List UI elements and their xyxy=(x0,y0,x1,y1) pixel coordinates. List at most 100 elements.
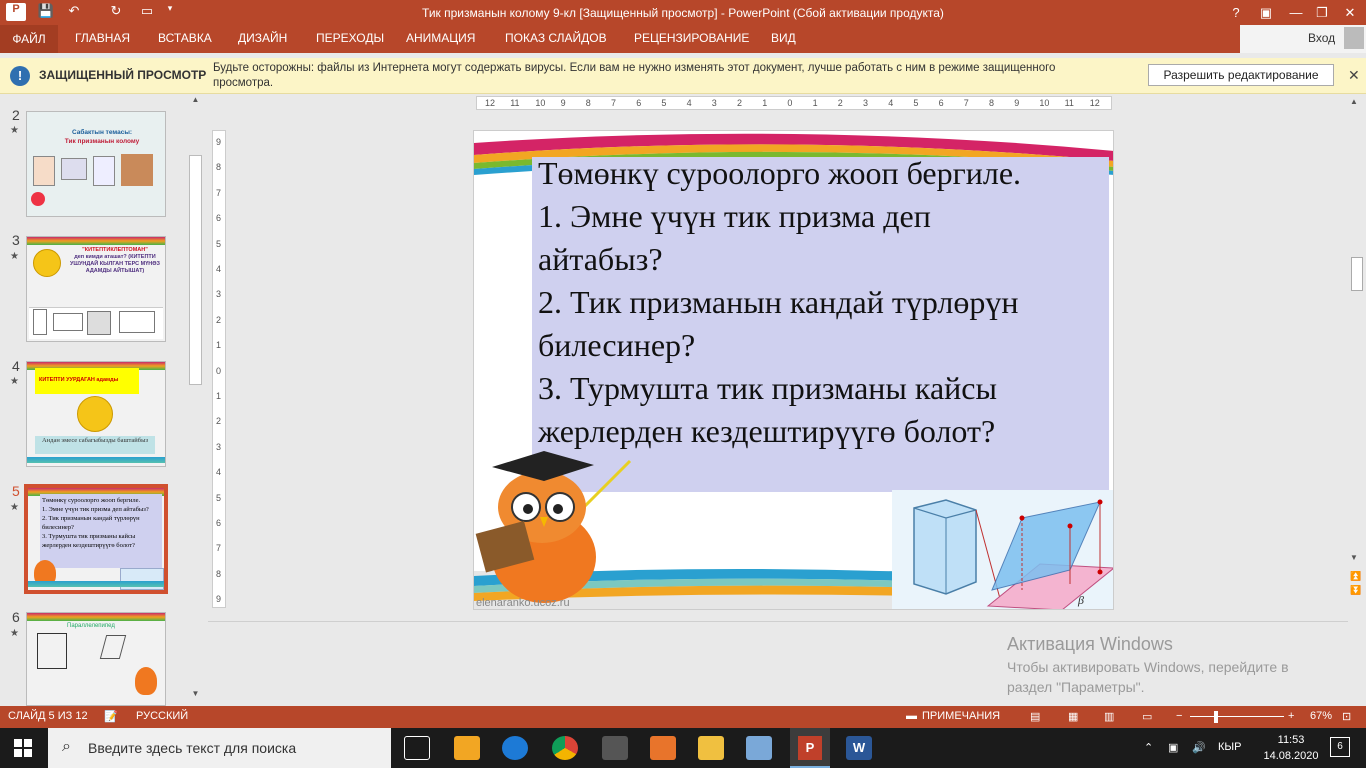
tab-view[interactable]: ВИД xyxy=(771,31,796,45)
calculator-icon[interactable] xyxy=(602,736,628,760)
horizontal-ruler: 12 11 10 9 8 7 6 5 4 3 2 1 0 1 2 3 4 5 6 7 8 9 10 11 12 xyxy=(476,96,1112,110)
help-button[interactable]: ? xyxy=(1220,0,1252,25)
star-icon: ★ xyxy=(10,125,19,136)
ruler-mark: 7 xyxy=(611,98,617,108)
slide-scrollbar[interactable]: ▲ ▼ ⏫ ⏬ xyxy=(1348,95,1366,706)
store-icon[interactable] xyxy=(454,736,480,760)
thumb-line: Тик призманын колому xyxy=(64,138,140,145)
thumb-number: 3 xyxy=(12,232,20,248)
avatar[interactable] xyxy=(1344,27,1364,49)
slide-line: Төмөнкү суроолорго жооп бергиле. xyxy=(538,155,1022,191)
zoom-in-icon[interactable]: + xyxy=(1288,710,1294,722)
zoom-slider[interactable] xyxy=(1190,716,1284,717)
notes-button[interactable]: ПРИМЕЧАНИЯ xyxy=(922,710,1000,722)
scroll-down-icon[interactable]: ▼ xyxy=(188,689,203,704)
ruler-mark: 0 xyxy=(216,365,222,376)
chrome-icon[interactable] xyxy=(552,736,578,760)
ruler-mark: 6 xyxy=(636,98,642,108)
slide-line: 1. Эмне үчүн тик призма деп xyxy=(538,198,931,234)
tab-home[interactable]: ГЛАВНАЯ xyxy=(75,31,130,45)
slide-sorter-icon[interactable]: ▦ xyxy=(1068,710,1078,723)
ruler-mark: 6 xyxy=(216,213,222,224)
ribbon-display-icon[interactable]: ▣ xyxy=(1250,0,1282,25)
taskbar-search-box[interactable]: ⌕ Введите здесь текст для поиска xyxy=(48,728,391,768)
thumb-line: 1. Эмне үчүн тик призма деп айтабыз? xyxy=(42,506,149,513)
tab-animations[interactable]: АНИМАЦИЯ xyxy=(406,31,475,45)
thumb-number: 4 xyxy=(12,358,20,374)
ruler-mark: 2 xyxy=(216,416,222,427)
search-placeholder: Введите здесь текст для поиска xyxy=(88,740,297,756)
ruler-mark: 8 xyxy=(585,98,591,108)
scroll-up-icon[interactable]: ▲ xyxy=(188,95,203,110)
zoom-slider-thumb[interactable] xyxy=(1214,711,1218,723)
notes-icon[interactable]: ▬ xyxy=(906,710,917,722)
fit-slide-icon[interactable]: ⊡ xyxy=(1342,710,1351,723)
tab-file[interactable]: ФАЙЛ xyxy=(0,25,58,53)
word-icon[interactable]: W xyxy=(846,736,872,760)
enable-editing-button[interactable]: Разрешить редактирование xyxy=(1148,64,1334,86)
edge-icon[interactable] xyxy=(502,736,528,760)
ruler-mark: 8 xyxy=(216,162,222,173)
slide-thumbnail-6[interactable]: Параллелепипед xyxy=(26,612,166,706)
scroll-down-icon[interactable]: ▼ xyxy=(1350,553,1358,562)
notifications-icon[interactable]: 6 xyxy=(1330,737,1350,757)
signin-link[interactable]: Вход xyxy=(1308,31,1335,45)
zoom-out-icon[interactable]: − xyxy=(1176,710,1182,722)
tab-insert[interactable]: ВСТАВКА xyxy=(158,31,212,45)
title-bar: P 💾 ↶ ↻ ▭ ▾ Тик призманын колому 9-кл [З… xyxy=(0,0,1366,25)
tray-chevron-icon[interactable]: ⌃ xyxy=(1144,741,1153,754)
thumb-number: 6 xyxy=(12,609,20,625)
protected-view-heading: ЗАЩИЩЕННЫЙ ПРОСМОТР xyxy=(39,68,207,82)
paint-icon[interactable] xyxy=(746,736,772,760)
spellcheck-icon[interactable]: 📝 xyxy=(104,710,118,723)
ruler-mark: 6 xyxy=(216,518,222,528)
close-button[interactable]: ✕ xyxy=(1334,0,1366,25)
scroll-up-icon[interactable]: ▲ xyxy=(1350,97,1358,106)
thumbnails-scrollbar[interactable]: ▲ ▼ xyxy=(187,95,204,706)
slide-line: айтабыз? xyxy=(538,241,663,277)
previous-slide-icon[interactable]: ⏫ xyxy=(1350,571,1361,582)
ruler-mark: 1 xyxy=(216,340,222,351)
language-indicator[interactable]: РУССКИЙ xyxy=(136,710,188,722)
ruler-mark: 6 xyxy=(938,98,944,108)
slide-thumbnail-2[interactable]: Сабактын темасы: Тик призманын колому xyxy=(26,111,166,217)
star-icon: ★ xyxy=(10,502,19,513)
clock[interactable]: 11:53 14.08.2020 xyxy=(1262,732,1320,764)
slide-thumbnail-3[interactable]: "КИТЕПТИКЛЕПТОМАН" деп кимди аташат? (КИ… xyxy=(26,236,166,342)
ruler-mark: 0 xyxy=(787,98,793,108)
file-explorer-icon[interactable] xyxy=(698,736,724,760)
ruler-mark: 12 xyxy=(485,98,496,108)
task-view-icon[interactable] xyxy=(404,736,430,760)
tab-transitions[interactable]: ПЕРЕХОДЫ xyxy=(316,31,384,45)
thumb-line: КИТЕПТИ УУРДАГАН адамды xyxy=(35,368,139,394)
slideshow-icon[interactable]: ▭ xyxy=(1142,710,1152,723)
ruler-mark: 9 xyxy=(560,98,566,108)
input-language[interactable]: КЫР xyxy=(1218,741,1241,753)
next-slide-icon[interactable]: ⏬ xyxy=(1350,585,1361,596)
owl-teacher-image xyxy=(475,451,632,603)
scroll-thumb[interactable] xyxy=(189,155,202,385)
scroll-thumb[interactable] xyxy=(1351,257,1363,291)
thumb-line: Андан эмесе сабагыбызды баштайбыз xyxy=(35,436,155,454)
ruler-mark: 7 xyxy=(216,187,222,198)
window-title: Тик призманын колому 9-кл [Защищенный пр… xyxy=(422,6,944,20)
slide-counter: СЛАЙД 5 ИЗ 12 xyxy=(8,710,88,722)
slide-canvas[interactable]: Төмөнкү суроолорго жооп бергиле. 1. Эмне… xyxy=(473,130,1114,610)
tab-slideshow[interactable]: ПОКАЗ СЛАЙДОВ xyxy=(505,31,607,45)
normal-view-icon[interactable]: ▤ xyxy=(1030,710,1040,723)
network-icon[interactable]: ▣ xyxy=(1168,741,1178,754)
reading-view-icon[interactable]: ▥ xyxy=(1104,710,1114,723)
volume-icon[interactable]: 🔊 xyxy=(1192,741,1206,754)
slide-line: билесинер? xyxy=(538,327,696,363)
slide-thumbnail-5-selected[interactable]: Төмөнкү суроолорго жооп бергиле. 1. Эмне… xyxy=(24,484,168,594)
zoom-level[interactable]: 67% xyxy=(1310,710,1332,722)
shield-icon: ! xyxy=(10,66,30,86)
slide-thumbnail-4[interactable]: КИТЕПТИ УУРДАГАН адамды Андан эмесе саба… xyxy=(26,361,166,467)
tab-review[interactable]: РЕЦЕНЗИРОВАНИЕ xyxy=(634,31,749,45)
start-windows-icon[interactable] xyxy=(14,739,32,757)
tab-design[interactable]: ДИЗАЙН xyxy=(238,31,287,45)
thumb-line: 3. Турмушта тик призманы кайсы жерлерден… xyxy=(42,533,136,549)
close-bar-icon[interactable]: ✕ xyxy=(1348,67,1360,84)
pdf-icon[interactable] xyxy=(650,736,676,760)
powerpoint-taskbar-button[interactable]: P xyxy=(790,728,830,768)
